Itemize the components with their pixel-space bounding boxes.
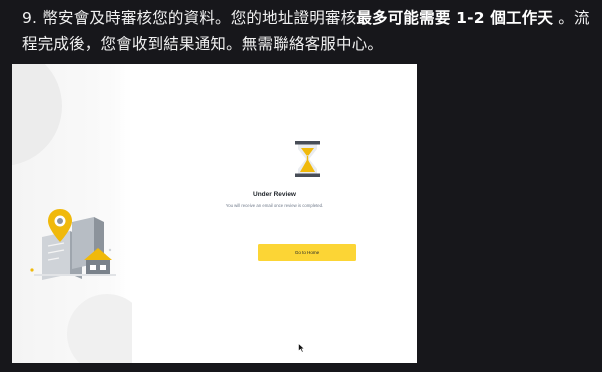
decorative-side-panel — [12, 64, 132, 363]
location-building-illustration — [12, 64, 132, 363]
review-description: You will receive an email once review is… — [225, 203, 324, 208]
instruction-text-before: 9. 幣安會及時審核您的資料。您的地址證明審核 — [22, 9, 357, 27]
instruction-bold-text: 最多可能需要 1-2 個工作天 — [356, 9, 554, 27]
mouse-cursor-icon — [298, 343, 305, 353]
embedded-screenshot: Under Review You will receive an email o… — [12, 64, 417, 363]
go-to-home-button[interactable]: Go to Home — [258, 244, 356, 261]
instruction-paragraph: 9. 幣安會及時審核您的資料。您的地址證明審核最多可能需要 1-2 個工作天 。… — [22, 5, 597, 57]
under-review-title: Under Review — [253, 191, 296, 198]
hourglass-icon — [295, 141, 320, 177]
